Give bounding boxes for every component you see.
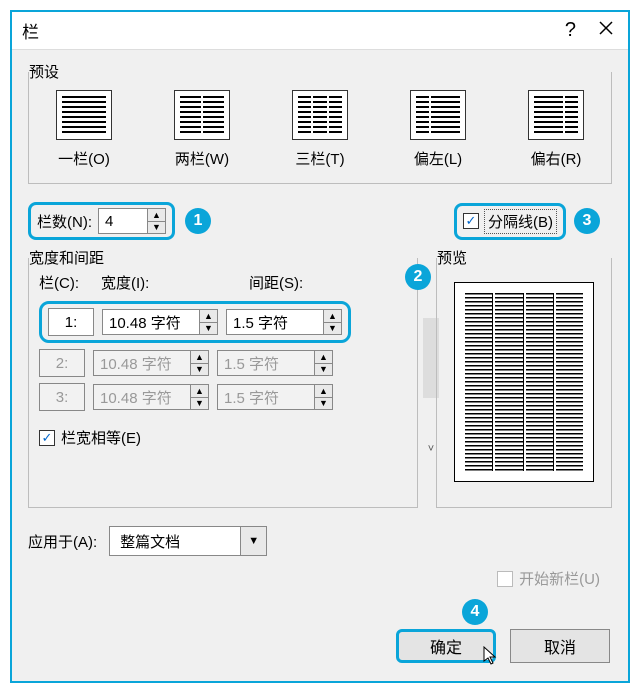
titlebar: 栏 ? [12,12,628,50]
presets-group: 预设 一栏(O) 两栏(W) 三栏(T) 偏左(L) [28,72,612,184]
equal-width-checkbox[interactable]: ✓ 栏宽相等(E) [39,427,141,448]
apply-value: 整篇文档 [110,531,240,552]
dialog-body: 预设 一栏(O) 两栏(W) 三栏(T) 偏左(L) [12,50,628,681]
header-spacing: 间距(S): [249,272,389,293]
close-icon [598,20,614,36]
row3-spacing-input [218,385,314,409]
row3-width-input [94,385,190,409]
callout-3: 3 [574,208,600,234]
numcols-highlight: 栏数(N): ▲▼ [28,202,175,240]
ok-button[interactable]: 确定 [396,629,496,663]
newcol-label: 开始新栏(U) [519,568,600,589]
ws-legend: 宽度和间距 [29,247,110,268]
checkbox-icon: ✓ [39,430,55,446]
separator-checkbox[interactable]: ✓ 分隔线(B) [463,209,557,234]
preset-right[interactable]: 偏右(R) [511,90,601,169]
preset-one-icon [56,90,112,140]
numcols-input[interactable] [99,209,147,233]
cancel-button[interactable]: 取消 [510,629,610,663]
preview-legend: 预览 [437,247,473,268]
preset-two[interactable]: 两栏(W) [157,90,247,169]
row1-width-input[interactable] [103,310,199,334]
row2-width-spinner: ▲▼ [93,350,209,376]
numcols-spinner[interactable]: ▲▼ [98,208,166,234]
row2-width-input [94,351,190,375]
row3-idx: 3: [39,383,85,411]
callout-2: 2 [405,264,431,290]
ws-row-2: 2: ▲▼ ▲▼ [39,349,407,377]
preview-group: 预览 [436,258,612,508]
row1-spacing-input[interactable] [227,310,323,334]
separator-highlight: ✓ 分隔线(B) [454,203,566,240]
row1-width-spinner[interactable]: ▲▼ [102,309,218,335]
spinner-buttons[interactable]: ▲▼ [147,209,165,233]
apply-select[interactable]: 整篇文档 ▼ [109,526,267,556]
checkbox-icon [497,571,513,587]
numcols-label: 栏数(N): [37,211,92,232]
dialog-title: 栏 [22,18,39,43]
row3-width-spinner: ▲▼ [93,384,209,410]
callout-4: 4 [462,599,488,625]
row2-spacing-input [218,351,314,375]
dialog-buttons: 确定 取消 [396,629,610,663]
preset-two-icon [174,90,230,140]
row1-highlight: 1: ▲▼ ▲▼ [39,301,351,343]
preset-left-icon [410,90,466,140]
row2-spacing-spinner: ▲▼ [217,350,333,376]
cursor-icon [483,646,499,666]
presets-legend: 预设 [29,61,65,82]
ws-headers: 栏(C): 宽度(I): 间距(S): [39,272,407,293]
checkbox-icon: ✓ [463,213,479,229]
close-button[interactable] [598,19,614,42]
numcols-row: 栏数(N): ▲▼ 1 ✓ 分隔线(B) 3 [28,202,612,240]
callout-1: 1 [185,208,211,234]
separator-label: 分隔线(B) [484,209,557,234]
row1-idx: 1: [48,308,94,336]
equal-width-label: 栏宽相等(E) [61,427,141,448]
header-width: 宽度(I): [101,272,241,293]
preset-one[interactable]: 一栏(O) [39,90,129,169]
start-new-column-checkbox: 开始新栏(U) [497,568,600,589]
help-button[interactable]: ? [565,19,576,42]
width-spacing-group: 宽度和间距 2 栏(C): 宽度(I): 间距(S): 1: ▲▼ [28,258,418,508]
preset-left[interactable]: 偏左(L) [393,90,483,169]
header-col: 栏(C): [39,272,93,293]
apply-row: 应用于(A): 整篇文档 ▼ [28,526,612,556]
preview-page [454,282,594,482]
columns-dialog: 栏 ? 预设 一栏(O) 两栏(W) [10,10,630,683]
row3-spacing-spinner: ▲▼ [217,384,333,410]
row1-spacing-spinner[interactable]: ▲▼ [226,309,342,335]
ws-row-1: 1: ▲▼ ▲▼ [39,301,407,343]
chevron-down-icon: ▼ [240,527,266,555]
preset-three-icon [292,90,348,140]
row2-idx: 2: [39,349,85,377]
preset-three[interactable]: 三栏(T) [275,90,365,169]
apply-label: 应用于(A): [28,531,97,552]
ws-row-3: 3: ▲▼ ▲▼ [39,383,407,411]
preset-right-icon [528,90,584,140]
